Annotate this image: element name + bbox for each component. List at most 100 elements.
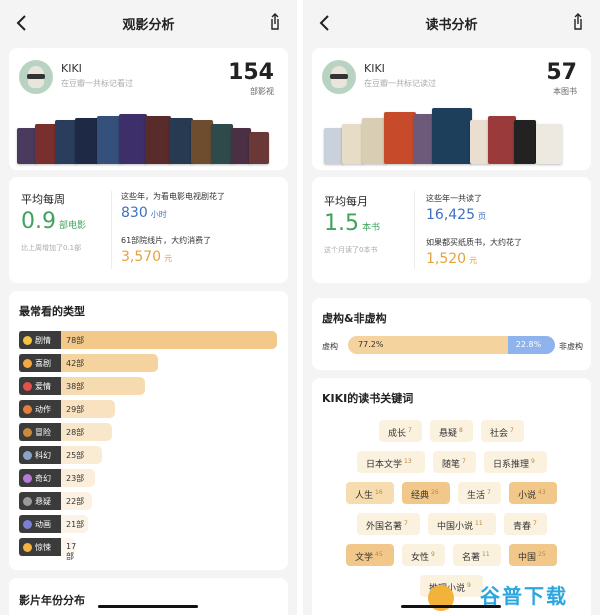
genre-bar-row: 剧情 78部 <box>19 331 277 349</box>
keyword-chip[interactable]: 随笔 7 <box>433 451 476 473</box>
genre-label: 爱情 <box>19 377 61 395</box>
keyword-count: 11 <box>482 551 490 558</box>
genre-label: 冒险 <box>19 423 61 441</box>
genre-count: 29部 <box>66 405 85 414</box>
keyword-chip[interactable]: 日系推理 9 <box>484 451 547 473</box>
keyword-chip[interactable]: 日本文学 13 <box>357 451 425 473</box>
pages-text: 这些年一共读了 <box>426 194 482 203</box>
keyword-text: 名著 <box>462 553 481 563</box>
keyword-chip[interactable]: 生活 7 <box>458 482 501 504</box>
viewing-stats-card: 平均每周 0.9 部电影 比上周增加了0.1部 这些年，为看电影电视剧花了 830… <box>9 177 288 283</box>
page-title: 观影分析 <box>122 17 175 33</box>
genre-name: 奇幻 <box>35 473 51 483</box>
keyword-text: 人生 <box>355 491 374 501</box>
mystery-icon <box>23 496 32 506</box>
genre-count: 42部 <box>66 359 85 368</box>
movie-poster <box>97 116 121 164</box>
fiction-title: 虚构&非虚构 <box>322 312 387 325</box>
home-indicator <box>98 605 198 608</box>
movie-count: 154 <box>228 60 274 85</box>
genre-card: 最常看的类型 剧情 78部 喜剧 42部 爱情 38部 动作 29部 冒险 28部 科幻 25部 奇幻 2… <box>9 291 288 570</box>
keyword-count: 9 <box>467 582 471 589</box>
movie-poster <box>17 128 37 164</box>
genre-name: 喜剧 <box>35 358 51 368</box>
genre-title: 最常看的类型 <box>19 305 85 318</box>
profile-card: KIKI 在豆瓣一共标记看过 154 部影视 <box>9 48 288 170</box>
genre-count: 78部 <box>66 336 85 345</box>
keywords-title: KIKI的读书关键词 <box>322 392 414 405</box>
share-icon[interactable] <box>570 13 586 31</box>
keyword-text: 悬疑 <box>439 429 458 439</box>
book-cover <box>488 116 516 164</box>
avatar <box>322 60 356 94</box>
keyword-text: 日本文学 <box>366 460 403 470</box>
genre-bar-row: 悬疑 22部 <box>19 492 92 510</box>
genre-bar-row: 动作 29部 <box>19 400 115 418</box>
keyword-chip[interactable]: 悬疑 8 <box>430 420 473 442</box>
genre-count: 17部 <box>66 542 77 561</box>
book-cover <box>324 128 344 164</box>
nonfiction-segment: 22.8% <box>507 336 555 354</box>
genre-label: 科幻 <box>19 446 61 464</box>
keyword-chip[interactable]: 中国 25 <box>509 544 557 566</box>
keyword-text: 日系推理 <box>493 460 530 470</box>
keyword-chip[interactable]: 外国名著 7 <box>357 513 420 535</box>
keyword-count: 26 <box>431 489 439 496</box>
keyword-chip[interactable]: 社会 7 <box>481 420 524 442</box>
keyword-chip[interactable]: 名著 11 <box>453 544 501 566</box>
profile-subtitle: 在豆瓣一共标记读过 <box>364 79 436 88</box>
pages-value: 16,425 页 <box>426 207 486 223</box>
back-icon[interactable] <box>315 12 335 34</box>
keyword-chip[interactable]: 经典 26 <box>402 482 450 504</box>
profile-subtitle: 在豆瓣一共标记看过 <box>61 79 133 88</box>
genre-bar-row: 动画 21部 <box>19 515 88 533</box>
cost-text: 如果都买纸质书，大约花了 <box>426 238 522 247</box>
movie-poster <box>75 118 99 164</box>
genre-count: 23部 <box>66 474 85 483</box>
genre-bar-row: 奇幻 23部 <box>19 469 95 487</box>
genre-name: 冒险 <box>35 427 51 437</box>
keyword-chip[interactable]: 中国小说 11 <box>428 513 496 535</box>
keyword-text: 外国名著 <box>366 522 403 532</box>
keyword-text: 文学 <box>355 553 374 563</box>
keyword-count: 7 <box>487 489 491 496</box>
movie-analysis-screen: 观影分析 KIKI 在豆瓣一共标记看过 154 部影视 平均每周 0.9 部电影 … <box>0 0 297 615</box>
genre-label: 动作 <box>19 400 61 418</box>
genre-bar-row: 喜剧 42部 <box>19 354 158 372</box>
share-icon[interactable] <box>267 13 283 31</box>
fiction-segment: 77.2% <box>348 336 508 354</box>
keyword-count: 7 <box>408 427 412 434</box>
genre-bar-row: 科幻 25部 <box>19 446 102 464</box>
keyword-text: 中国小说 <box>437 522 474 532</box>
keyword-text: 经典 <box>411 491 430 501</box>
book-cover <box>342 124 364 164</box>
keyword-chip[interactable]: 小说 43 <box>509 482 557 504</box>
keyword-count: 43 <box>538 489 546 496</box>
movie-poster <box>191 120 213 164</box>
keyword-chip[interactable]: 成长 7 <box>379 420 422 442</box>
comedy-icon <box>23 358 32 368</box>
back-icon[interactable] <box>12 12 32 34</box>
keyword-count: 9 <box>431 551 435 558</box>
keyword-count: 7 <box>533 520 537 527</box>
home-indicator <box>401 605 501 608</box>
genre-name: 动画 <box>35 519 51 529</box>
genre-label: 剧情 <box>19 331 61 349</box>
genre-name: 悬疑 <box>35 496 51 506</box>
keyword-chip[interactable]: 女性 9 <box>402 544 445 566</box>
reading-analysis-screen: 读书分析 KIKI 在豆瓣一共标记读过 57 本图书 平均每月 1.5 本书 这个… <box>303 0 600 615</box>
reading-stats-card: 平均每月 1.5 本书 这个月读了0本书 这些年一共读了 16,425 页 如果都买… <box>312 177 591 283</box>
book-cover <box>514 120 536 164</box>
keyword-count: 7 <box>404 520 408 527</box>
user-name: KIKI <box>61 62 82 75</box>
drama-icon <box>23 335 32 345</box>
keyword-count: 11 <box>475 520 483 527</box>
time-text: 这些年，为看电影电视剧花了 <box>121 192 225 201</box>
book-cover <box>384 112 416 164</box>
keyword-chip[interactable]: 文学 45 <box>346 544 394 566</box>
keyword-chip[interactable]: 人生 16 <box>346 482 394 504</box>
genre-name: 剧情 <box>35 335 51 345</box>
genre-name: 科幻 <box>35 450 51 460</box>
nonfiction-label: 非虚构 <box>559 342 583 351</box>
keyword-chip[interactable]: 青春 7 <box>504 513 547 535</box>
